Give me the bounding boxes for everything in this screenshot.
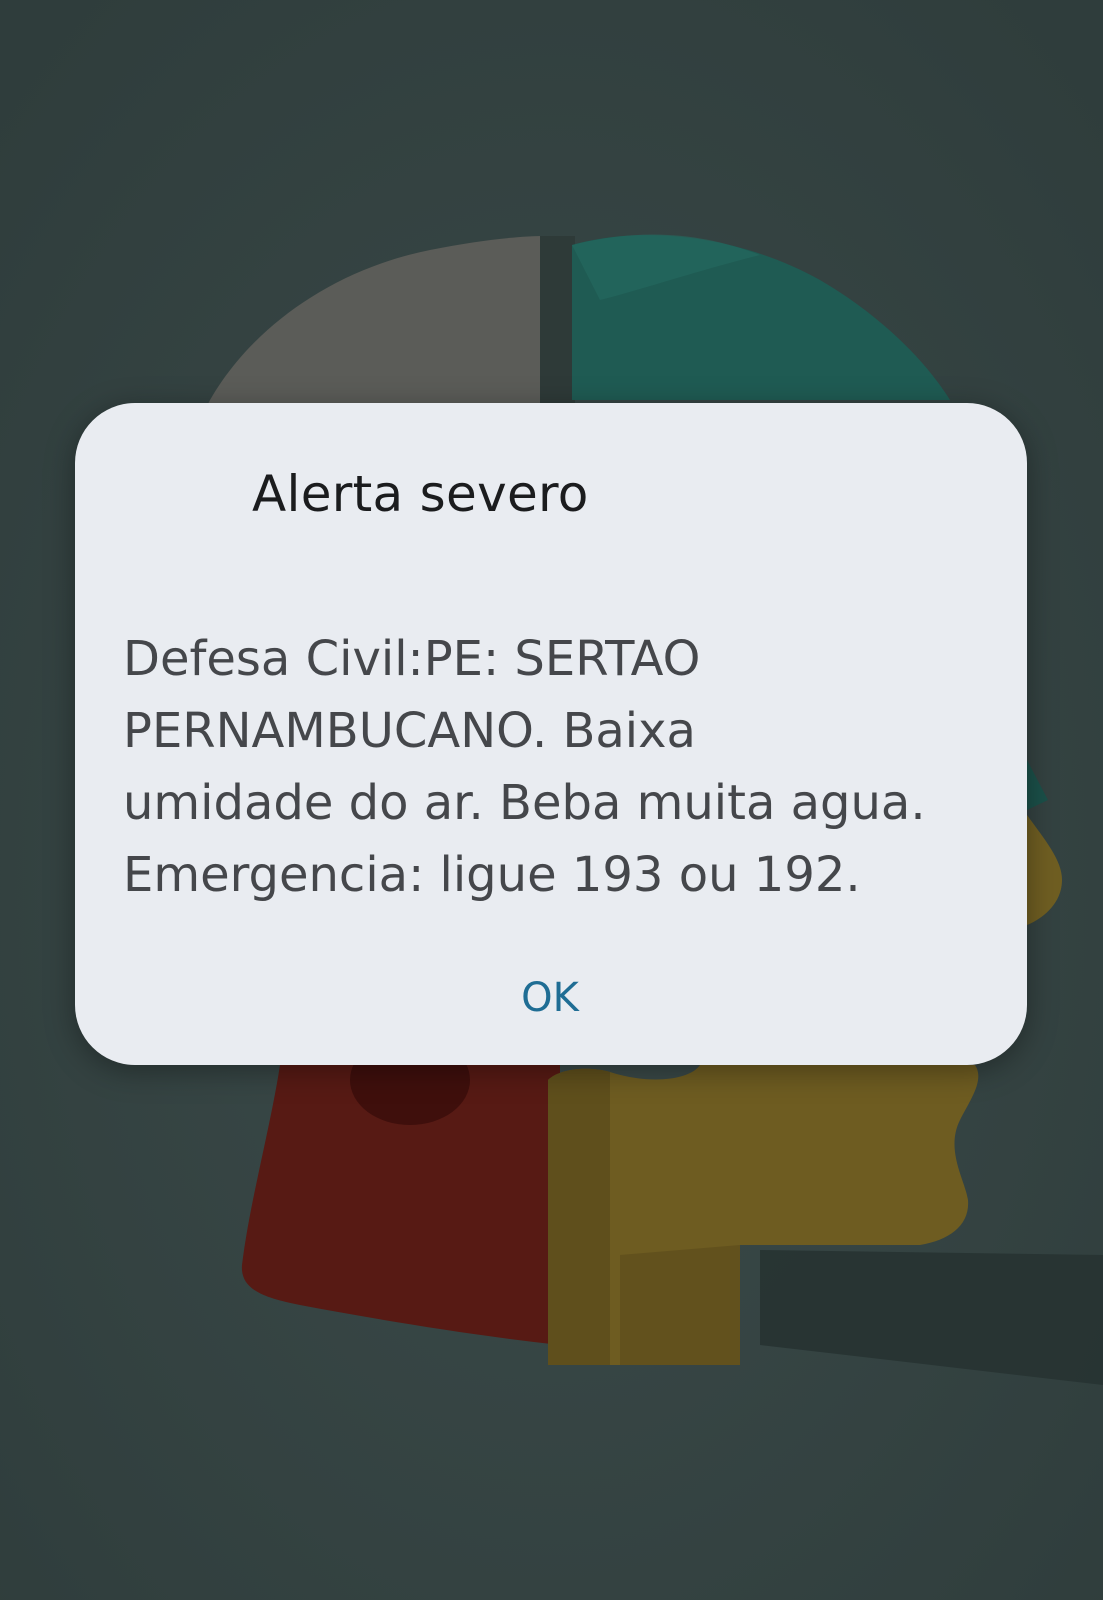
- alert-message: Defesa Civil:PE: SERTAO PERNAMBUCANO. Ba…: [123, 631, 926, 903]
- ok-button[interactable]: OK: [475, 958, 625, 1038]
- alert-dialog: Alerta severo Defesa Civil:PE: SERTAO PE…: [75, 403, 1027, 1065]
- piece-gap: [540, 236, 575, 410]
- screen: Alerta severo Defesa Civil:PE: SERTAO PE…: [0, 0, 1103, 1600]
- alert-title: Alerta severo: [252, 465, 589, 523]
